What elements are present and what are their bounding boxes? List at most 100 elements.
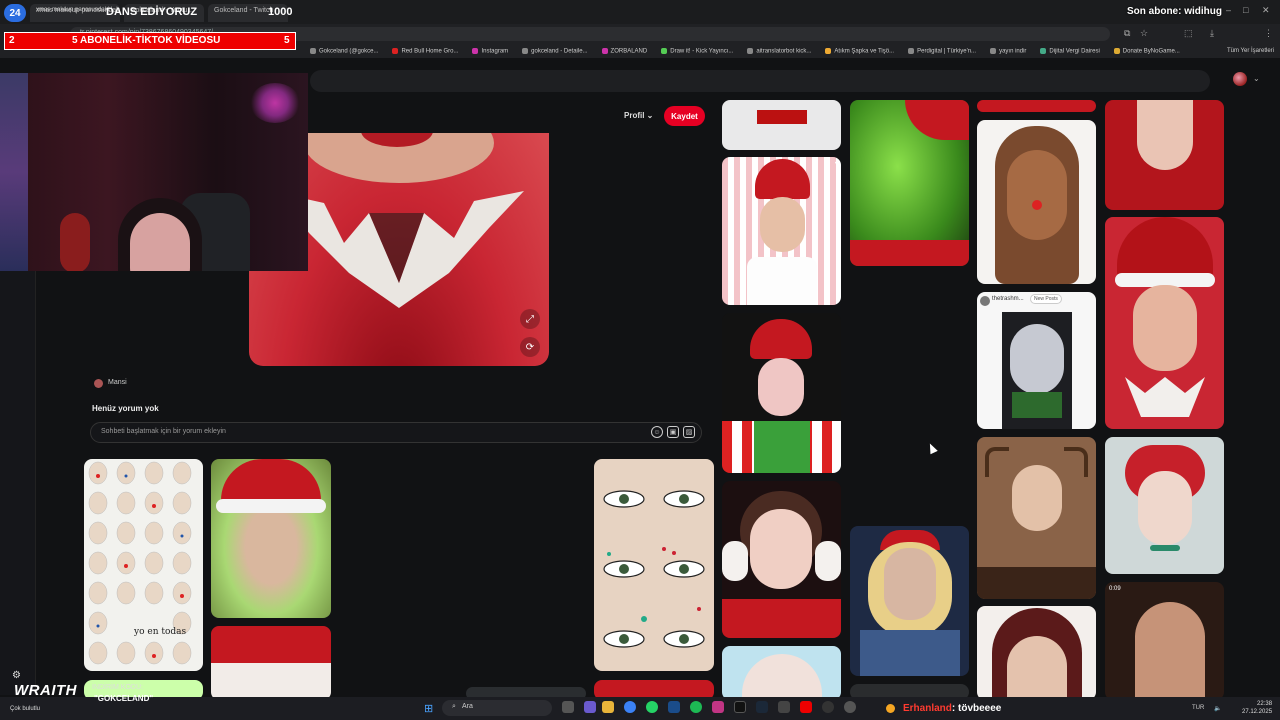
uniform <box>860 630 960 676</box>
file-explorer-icon[interactable] <box>602 701 614 713</box>
pin-santa-hat[interactable] <box>211 626 331 700</box>
bookmark-item[interactable]: aitranslatorbot kick... <box>747 47 811 54</box>
star-icon[interactable]: ☆ <box>1140 28 1148 39</box>
santa-hat <box>750 319 812 359</box>
face <box>1007 636 1067 700</box>
search-icon: ⌕ <box>452 703 456 710</box>
clown-faces-graphic <box>88 461 192 665</box>
collar <box>1125 377 1205 417</box>
pin-elf-doll[interactable] <box>1105 217 1224 429</box>
youtube-icon[interactable] <box>800 701 812 713</box>
instagram-icon[interactable] <box>712 701 724 713</box>
bookmark-item[interactable]: Instagram <box>472 47 508 54</box>
choker <box>1150 545 1180 551</box>
pin-eye-makeup[interactable] <box>594 459 714 671</box>
bookmark-item[interactable]: Atıkm Şapka ve Tişö... <box>825 47 894 54</box>
pin-elf-striped[interactable]: • <box>722 157 841 305</box>
bookmark-item[interactable]: gokceland - Detaile... <box>522 47 588 54</box>
author-name[interactable]: Mansi <box>108 379 127 386</box>
pin-red-glam[interactable] <box>1105 100 1224 210</box>
collar <box>747 257 817 305</box>
kick-icon <box>661 47 668 54</box>
pin-elf-green[interactable] <box>722 313 841 473</box>
menu-icon[interactable]: ⋮ <box>1264 28 1273 39</box>
pinterest-search-input[interactable] <box>310 70 1210 92</box>
expand-icon[interactable]: ⤢ <box>520 309 540 329</box>
clock[interactable]: 22:38 27.12.2025 <box>1242 700 1272 716</box>
minimize-icon[interactable]: – <box>1226 5 1231 15</box>
all-bookmarks[interactable]: Tüm Yer İşaretleri <box>1227 44 1274 58</box>
pin-clown-chart[interactable]: yo en todas <box>84 459 203 671</box>
last-subscriber: Son abone: widihug <box>1127 6 1222 17</box>
photoshop-icon[interactable] <box>668 701 680 713</box>
bookmark-item[interactable]: Donate ByNoGame... <box>1113 47 1180 54</box>
emoji-icon[interactable]: ☺ <box>651 426 663 438</box>
pin-ornament-face[interactable]: thetrashm... New Posts <box>977 292 1096 429</box>
user-avatar[interactable] <box>1233 72 1247 86</box>
pin-reindeer[interactable] <box>977 437 1096 599</box>
bookmark-item[interactable]: Gokceland (@gokce... <box>310 47 378 54</box>
dance-goal-count: 1000 <box>268 6 293 18</box>
pin-doll-face[interactable] <box>722 481 841 638</box>
visual-search-icon[interactable]: ⟳ <box>520 337 540 357</box>
pin-ice-look[interactable] <box>722 646 841 700</box>
save-button[interactable]: Kaydet <box>664 106 705 126</box>
pin-elf-red-hair[interactable] <box>1105 437 1224 574</box>
obs-icon[interactable] <box>822 701 834 713</box>
weather-widget[interactable]: Çok bulutlu <box>10 706 40 712</box>
steam-icon[interactable] <box>756 701 768 713</box>
dance-goal-title: DANS EDİYORUZ <box>106 6 198 18</box>
earmuff-left <box>722 541 748 581</box>
chat-username: Erhanland <box>903 703 952 714</box>
dress <box>977 567 1096 599</box>
sticker-icon[interactable]: ▣ <box>667 426 679 438</box>
bookmark-item[interactable]: Draw it! - Kick Yayıncı... <box>661 47 733 54</box>
whatsapp-icon[interactable] <box>646 701 658 713</box>
pin-partial[interactable] <box>977 100 1096 112</box>
bookmark-item[interactable]: yayın indir <box>990 47 1026 54</box>
mouse-cursor-icon <box>926 441 938 455</box>
pin-green-eyes[interactable] <box>977 606 1096 700</box>
pin-snowman[interactable] <box>722 100 841 150</box>
profile-dropdown[interactable]: Profil ⌄ <box>624 111 653 120</box>
bookmark-item[interactable]: Perdigital | Türkiye'n... <box>908 47 976 54</box>
language-indicator[interactable]: TUR <box>1192 705 1204 711</box>
close-icon[interactable]: ✕ <box>1262 5 1270 16</box>
windows-start-icon[interactable]: ⊞ <box>424 702 433 715</box>
download-icon[interactable]: ⤓ <box>1210 28 1214 39</box>
settings-gear-icon[interactable]: ⚙ <box>12 670 21 681</box>
volume-icon[interactable]: 🔈 <box>1214 705 1221 712</box>
pin-deer-freckles[interactable]: 0:09 <box>1105 582 1224 700</box>
chat-badge-icon <box>886 703 895 713</box>
instagram-icon <box>601 47 608 54</box>
taskbar-search[interactable]: Ara <box>442 700 552 716</box>
task-view-icon[interactable] <box>562 701 574 713</box>
pin-nutcracker[interactable] <box>850 526 969 676</box>
pin-green-hair-santa[interactable] <box>211 459 331 618</box>
app-icon[interactable] <box>778 701 790 713</box>
bookmark-item[interactable]: Red Bull Home Gro... <box>392 47 458 54</box>
chat-app-icon[interactable] <box>584 701 596 713</box>
bookmark-item[interactable]: Dijital Vergi Dairesi <box>1040 47 1100 54</box>
webcam-shelf <box>0 73 28 271</box>
site-icon <box>908 47 915 54</box>
sponsor-logo: WRAITH <box>14 682 77 699</box>
more-icon[interactable]: • <box>835 161 837 167</box>
bookmark-item[interactable]: ZORBALAND <box>601 47 647 54</box>
chrome-icon[interactable] <box>624 701 636 713</box>
spotify-icon[interactable] <box>690 701 702 713</box>
maximize-icon[interactable]: □ <box>1243 5 1248 15</box>
santa-hat <box>1117 217 1213 279</box>
face <box>1012 465 1062 531</box>
author-name: thetrashm... <box>992 296 1024 302</box>
image-icon[interactable]: ▨ <box>683 426 695 438</box>
tiktok-icon[interactable] <box>734 701 746 713</box>
extensions-icon[interactable]: ⬚ <box>1184 28 1193 39</box>
cast-icon[interactable]: ⧉ <box>1124 28 1130 39</box>
pin-grinch[interactable] <box>850 100 969 266</box>
chevron-down-icon[interactable]: ⌄ <box>1253 74 1260 83</box>
author-avatar[interactable] <box>94 379 103 388</box>
site-icon <box>1040 47 1047 54</box>
app-icon[interactable] <box>844 701 856 713</box>
pin-gingerbread[interactable] <box>977 120 1096 284</box>
